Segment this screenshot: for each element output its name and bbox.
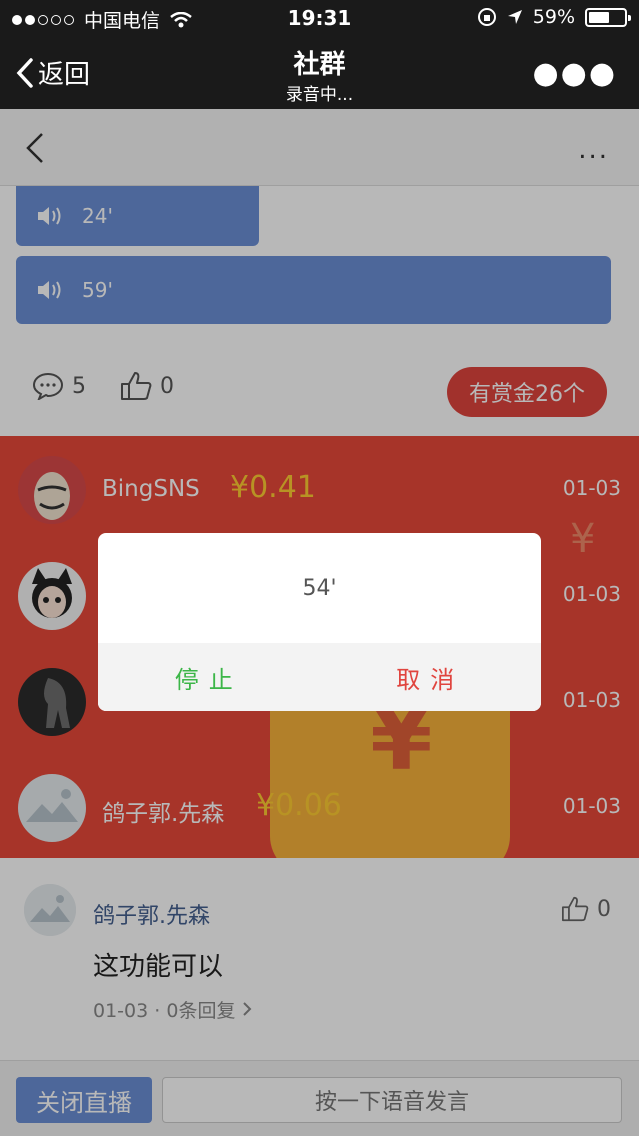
dialog-actions: 停止 取消 [98, 643, 541, 711]
recording-duration: 54' [302, 575, 337, 601]
status-bar: 中国电信 19:31 59% [0, 0, 639, 36]
recording-dialog: 54' 停止 取消 [98, 533, 541, 711]
cancel-button[interactable]: 取消 [320, 643, 542, 711]
stop-button[interactable]: 停止 [98, 643, 320, 711]
navigation-bar: 返回 社群 录音中... ●●● [0, 36, 639, 109]
rotation-lock-icon [477, 8, 496, 26]
location-icon [507, 10, 522, 24]
more-menu-button[interactable]: ●●● [532, 56, 617, 91]
battery-icon [585, 7, 631, 27]
battery-percent: 59% [532, 6, 575, 28]
